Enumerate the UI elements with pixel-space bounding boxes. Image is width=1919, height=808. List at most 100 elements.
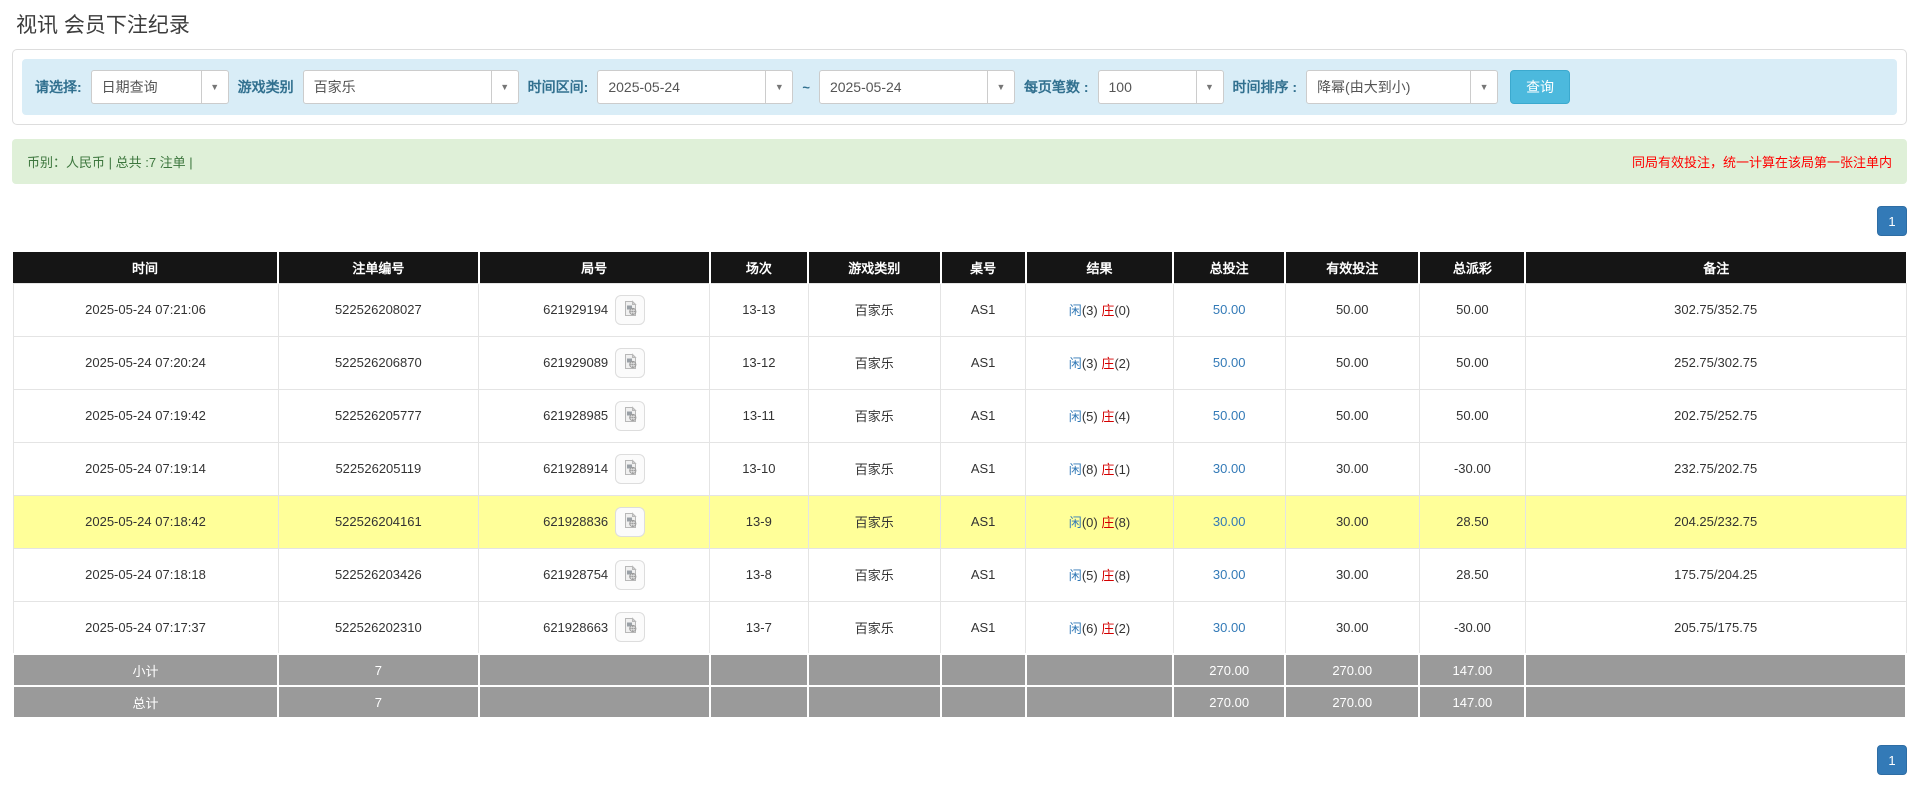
total-bet-link[interactable]: 50.00 — [1213, 302, 1246, 317]
cell-valid-bet: 50.00 — [1284, 335, 1420, 390]
cell-remark: 232.75/202.75 — [1524, 441, 1907, 496]
round-id-value: 621928663 — [543, 619, 609, 635]
date-to-select[interactable]: 2025-05-24 ▼ — [818, 70, 1015, 104]
cell-time: 2025-05-24 07:17:37 — [12, 600, 279, 655]
cell-round-id: 621928836 — [478, 494, 711, 549]
cell-session: 13-8 — [709, 547, 809, 602]
total-bet-link[interactable]: 30.00 — [1213, 461, 1246, 476]
time-range-label: 时间区间: — [527, 79, 589, 95]
cell-remark: 205.75/175.75 — [1524, 600, 1907, 655]
cell-total-bet: 30.00 — [1172, 441, 1286, 496]
total-bet-link[interactable]: 50.00 — [1213, 408, 1246, 423]
game-type-select[interactable]: 百家乐 ▼ — [302, 70, 519, 104]
round-id-value: 621928914 — [543, 461, 609, 476]
cell-payout: -30.00 — [1418, 600, 1526, 655]
date-from-value: 2025-05-24 — [608, 79, 680, 95]
banker-result-label: 庄 — [1101, 303, 1115, 318]
header-valid-bet: 有效投注 — [1285, 252, 1421, 283]
search-button[interactable]: 查询 — [1510, 70, 1571, 104]
subtotal-count: 7 — [277, 653, 480, 687]
cell-session: 13-7 — [709, 600, 809, 655]
video-file-icon — [622, 458, 639, 479]
cell-round-id: 621928754 — [478, 547, 711, 602]
video-replay-button[interactable] — [615, 400, 646, 431]
table-row: 2025-05-24 07:17:37 522526202310 6219286… — [12, 600, 1907, 655]
date-from-select[interactable]: 2025-05-24 ▼ — [597, 70, 794, 104]
video-replay-button[interactable] — [615, 612, 646, 643]
cell-valid-bet: 30.00 — [1284, 494, 1420, 549]
cell-valid-bet: 50.00 — [1284, 388, 1420, 443]
query-type-select[interactable]: 日期查询 ▼ — [90, 70, 229, 104]
game-type-value: 百家乐 — [313, 79, 356, 95]
cell-payout: 50.00 — [1418, 335, 1526, 390]
cell-bet-id: 522526203426 — [277, 547, 480, 602]
cell-game-type: 百家乐 — [807, 335, 942, 390]
video-replay-button[interactable] — [615, 506, 646, 537]
cell-remark: 204.25/232.75 — [1524, 494, 1907, 549]
cell-result: 闲(3) 庄(2) — [1025, 335, 1174, 390]
player-result-count: (8) — [1081, 462, 1098, 477]
cell-valid-bet: 30.00 — [1284, 441, 1420, 496]
cell-time: 2025-05-24 07:21:06 — [12, 282, 279, 337]
cell-bet-id: 522526205119 — [277, 441, 480, 496]
cell-time: 2025-05-24 07:19:14 — [12, 441, 279, 496]
total-payout: 147.00 — [1418, 685, 1527, 719]
subtotal-valid-bet: 270.00 — [1284, 653, 1421, 687]
banker-result-label: 庄 — [1101, 409, 1115, 424]
total-bet-link[interactable]: 30.00 — [1213, 567, 1246, 582]
header-payout: 总派彩 — [1419, 252, 1527, 283]
pagination-bottom: 1 — [12, 745, 1907, 775]
player-result-label: 闲 — [1068, 620, 1082, 636]
query-type-value: 日期查询 — [101, 79, 158, 95]
cell-result: 闲(3) 庄(0) — [1025, 282, 1174, 337]
table-row: 2025-05-24 07:19:14 522526205119 6219289… — [12, 441, 1907, 496]
banker-result-count: (4) — [1114, 409, 1131, 424]
cell-time: 2025-05-24 07:19:42 — [12, 388, 279, 443]
player-result-count: (0) — [1081, 515, 1098, 530]
game-type-label: 游戏类别 — [237, 79, 294, 95]
total-valid-bet: 270.00 — [1284, 685, 1421, 719]
video-replay-button[interactable] — [615, 453, 646, 484]
page-button-1[interactable]: 1 — [1877, 745, 1907, 775]
cell-remark: 175.75/204.25 — [1524, 547, 1907, 602]
chevron-down-icon: ▼ — [490, 71, 518, 103]
cell-total-bet: 30.00 — [1172, 494, 1286, 549]
header-session: 场次 — [709, 252, 810, 283]
round-id-value: 621929089 — [543, 355, 609, 370]
page-button-1[interactable]: 1 — [1877, 206, 1907, 236]
player-result-count: (5) — [1081, 409, 1098, 424]
video-replay-button[interactable] — [615, 347, 646, 378]
page-size-value: 100 — [1108, 79, 1132, 95]
video-file-icon — [622, 299, 639, 320]
header-game-type: 游戏类别 — [808, 252, 942, 283]
cell-table-no: AS1 — [940, 547, 1027, 602]
video-file-icon — [622, 617, 639, 637]
total-bet-link[interactable]: 50.00 — [1213, 355, 1246, 370]
total-bet-link[interactable]: 30.00 — [1213, 514, 1246, 529]
cell-bet-id: 522526205777 — [277, 388, 480, 443]
cell-round-id: 621928914 — [478, 441, 711, 496]
cell-table-no: AS1 — [940, 335, 1027, 390]
cell-bet-id: 522526204161 — [277, 494, 480, 549]
page-size-select[interactable]: 100 ▼ — [1097, 70, 1224, 104]
total-bet-link[interactable]: 30.00 — [1213, 620, 1246, 635]
header-total-bet: 总投注 — [1173, 252, 1287, 283]
sort-order-select[interactable]: 降幂(由大到小) ▼ — [1306, 70, 1499, 104]
round-id-value: 621928836 — [543, 514, 609, 529]
cell-session: 13-9 — [709, 494, 809, 549]
pagination-top: 1 — [12, 206, 1907, 236]
cell-session: 13-10 — [709, 441, 809, 496]
player-result-label: 闲 — [1068, 568, 1082, 583]
player-result-count: (6) — [1081, 620, 1098, 636]
round-id-value: 621928754 — [543, 567, 609, 582]
total-total-bet: 270.00 — [1172, 685, 1287, 719]
cell-total-bet: 30.00 — [1172, 547, 1286, 602]
cell-result: 闲(0) 庄(8) — [1025, 494, 1174, 549]
banker-result-label: 庄 — [1101, 568, 1115, 583]
player-result-count: (3) — [1081, 356, 1098, 371]
summary-bar: 币别：人民币 | 总共 :7 注单 | 同局有效投注，统一计算在该局第一张注单内 — [12, 139, 1907, 184]
cell-time: 2025-05-24 07:18:18 — [12, 547, 279, 602]
video-replay-button[interactable] — [615, 559, 646, 590]
video-replay-button[interactable] — [615, 294, 646, 325]
cell-table-no: AS1 — [940, 441, 1027, 496]
